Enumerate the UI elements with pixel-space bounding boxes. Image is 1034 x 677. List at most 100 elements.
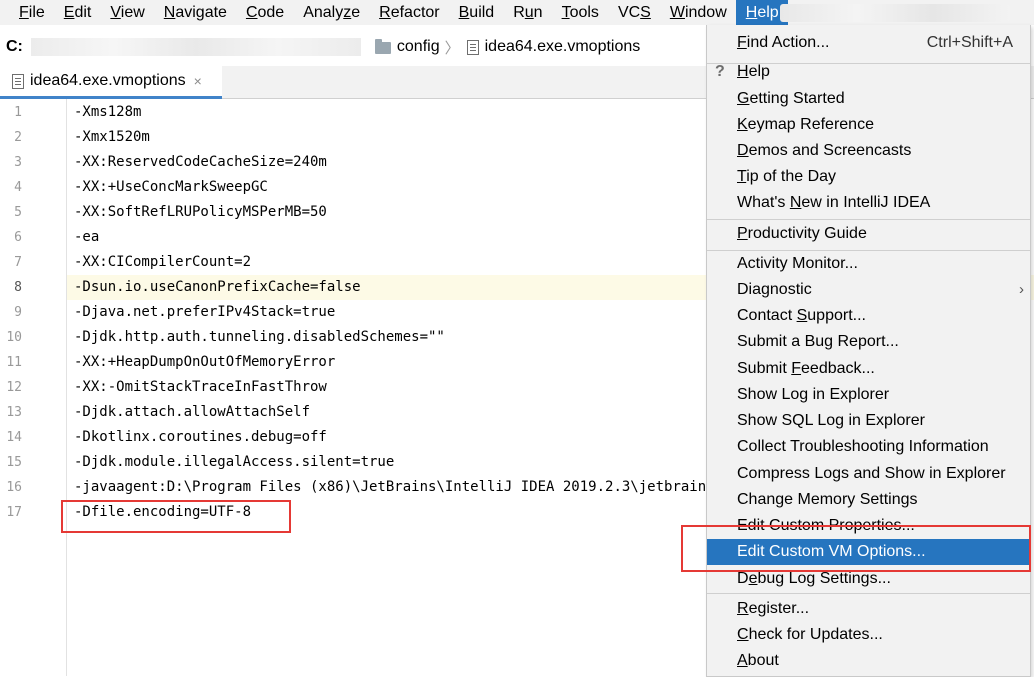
menu-vcs[interactable]: VCS <box>608 0 660 25</box>
blurred-title-region <box>780 4 1010 22</box>
menu-item-label: Change Memory Settings <box>737 491 918 508</box>
code-line-text: -XX:ReservedCodeCacheSize=240m <box>74 154 327 170</box>
line-number: 12 <box>6 380 22 395</box>
folder-icon <box>374 39 391 54</box>
menu-item-submit-bug-report[interactable]: Submit a Bug Report... <box>707 329 1030 355</box>
menu-item-register[interactable]: Register... <box>707 596 1030 622</box>
line-number: 7 <box>14 255 22 270</box>
menu-item-find-action[interactable]: Find Action... Ctrl+Shift+A <box>707 30 1030 56</box>
menu-item-label: Demos and Screencasts <box>737 142 912 159</box>
menu-item-diagnostic[interactable]: Diagnostic › <box>707 277 1030 303</box>
code-line-text: -Djava.net.preferIPv4Stack=true <box>74 304 336 320</box>
menu-item-change-memory-settings[interactable]: Change Memory Settings <box>707 487 1030 513</box>
menu-build[interactable]: Build <box>449 0 504 25</box>
line-number: 3 <box>14 155 22 170</box>
code-line-text: -XX:CICompilerCount=2 <box>74 254 252 270</box>
line-number: 16 <box>6 480 22 495</box>
line-number: 8 <box>14 280 22 295</box>
code-line-text: -Dkotlinx.coroutines.debug=off <box>74 429 327 445</box>
menu-item-show-sql-log-in-explorer[interactable]: Show SQL Log in Explorer <box>707 408 1030 434</box>
menu-item-label: Getting Started <box>737 90 845 107</box>
menu-item-productivity-guide[interactable]: Productivity Guide <box>707 221 1030 247</box>
menu-item-label: About <box>737 652 779 669</box>
menu-item-demos-and-screencasts[interactable]: Demos and Screencasts <box>707 138 1030 164</box>
menu-item-label: Keymap Reference <box>737 116 874 133</box>
blurred-path <box>30 38 361 56</box>
chevron-right-icon: › <box>1019 281 1024 298</box>
code-line-text: -XX:+HeapDumpOnOutOfMemoryError <box>74 354 336 370</box>
menu-item-label: Register... <box>737 600 810 617</box>
code-line-text: -Djdk.module.illegalAccess.silent=true <box>74 454 395 470</box>
menu-item-collect-troubleshooting-information[interactable]: Collect Troubleshooting Information <box>707 434 1030 460</box>
menu-item-keymap-reference[interactable]: Keymap Reference <box>707 112 1030 138</box>
line-number: 15 <box>6 455 22 470</box>
code-line-text: -XX:+UseConcMarkSweepGC <box>74 179 268 195</box>
line-number: 17 <box>6 505 22 520</box>
code-line-text: -Dsun.io.useCanonPrefixCache=false <box>74 279 361 295</box>
menu-item-help[interactable]: ? Help <box>707 59 1030 85</box>
menu-item-tip-of-the-day[interactable]: Tip of the Day <box>707 164 1030 190</box>
menu-window[interactable]: Window <box>660 0 736 25</box>
line-number-gutter: 1 2 3 4 5 6 7 8 9 10 11 12 13 14 15 16 17 <box>0 99 67 676</box>
menu-item-label: Diagnostic <box>737 281 812 298</box>
breadcrumb-drive[interactable]: C: <box>6 38 23 56</box>
menu-item-label: Compress Logs and Show in Explorer <box>737 465 1006 482</box>
shortcut-label: Ctrl+Shift+A <box>926 34 1013 51</box>
code-line-text: -Xms128m <box>74 104 142 120</box>
menu-file[interactable]: File <box>0 0 54 25</box>
close-icon[interactable]: × <box>194 73 202 89</box>
menu-item-activity-monitor[interactable]: Activity Monitor... <box>707 251 1030 277</box>
menu-separator <box>707 219 1030 220</box>
menu-item-label: What's New in IntelliJ IDEA <box>737 194 931 211</box>
breadcrumb-folder[interactable]: config <box>397 38 440 56</box>
menu-item-label: Help <box>737 63 770 80</box>
code-line-text: -ea <box>74 229 100 245</box>
chevron-right-icon: 〉 <box>444 39 460 57</box>
menu-item-about[interactable]: About <box>707 648 1030 674</box>
menu-item-label: Show SQL Log in Explorer <box>737 412 925 429</box>
menu-tools[interactable]: Tools <box>552 0 608 25</box>
menu-item-label: Productivity Guide <box>737 225 867 242</box>
menu-edit[interactable]: Edit <box>54 0 101 25</box>
menu-navigate[interactable]: Navigate <box>154 0 236 25</box>
menu-item-label: Activity Monitor... <box>737 255 858 272</box>
help-question-icon: ? <box>715 63 725 80</box>
line-number: 14 <box>6 430 22 445</box>
file-icon <box>12 73 24 89</box>
menu-item-whats-new[interactable]: What's New in IntelliJ IDEA <box>707 190 1030 216</box>
menu-analyze[interactable]: Analyze <box>293 0 369 25</box>
code-line-text: -Djdk.attach.allowAttachSelf <box>74 404 311 420</box>
highlight-box-vm-options <box>681 525 1031 572</box>
menu-item-check-for-updates[interactable]: Check for Updates... <box>707 622 1030 648</box>
menu-item-getting-started[interactable]: Getting Started <box>707 86 1030 112</box>
menu-item-label: Show Log in Explorer <box>737 386 890 403</box>
menu-run[interactable]: Run <box>503 0 551 25</box>
line-number: 13 <box>6 405 22 420</box>
menu-item-label: Find Action... <box>737 34 830 51</box>
menu-refactor[interactable]: Refactor <box>369 0 448 25</box>
code-line-text: -Djdk.http.auth.tunneling.disabledScheme… <box>74 329 445 345</box>
highlight-box-encoding-line <box>61 500 291 533</box>
menu-item-label: Collect Troubleshooting Information <box>737 438 989 455</box>
code-line-text: -XX:SoftRefLRUPolicyMSPerMB=50 <box>74 204 327 220</box>
menu-item-show-log-in-explorer[interactable]: Show Log in Explorer <box>707 382 1030 408</box>
tab-vmoptions[interactable]: idea64.exe.vmoptions × <box>0 66 222 99</box>
menu-item-label: Contact Support... <box>737 307 866 324</box>
line-number: 1 <box>14 105 22 120</box>
line-number: 6 <box>14 230 22 245</box>
code-line-text: -XX:-OmitStackTraceInFastThrow <box>74 379 327 395</box>
menu-code[interactable]: Code <box>236 0 293 25</box>
code-line-text: -javaagent:D:\Program Files (x86)\JetBra… <box>74 479 799 495</box>
menu-item-label: Submit Feedback... <box>737 360 875 377</box>
menu-item-contact-support[interactable]: Contact Support... <box>707 303 1030 329</box>
breadcrumb-file[interactable]: idea64.exe.vmoptions <box>485 38 641 56</box>
line-number: 11 <box>6 355 22 370</box>
line-number: 2 <box>14 130 22 145</box>
file-icon <box>466 39 479 55</box>
menu-item-compress-logs[interactable]: Compress Logs and Show in Explorer <box>707 461 1030 487</box>
menu-view[interactable]: View <box>100 0 153 25</box>
line-number: 9 <box>14 305 22 320</box>
menu-item-label: Check for Updates... <box>737 626 883 643</box>
menu-item-submit-feedback[interactable]: Submit Feedback... <box>707 356 1030 382</box>
code-line-text: -Xmx1520m <box>74 129 150 145</box>
